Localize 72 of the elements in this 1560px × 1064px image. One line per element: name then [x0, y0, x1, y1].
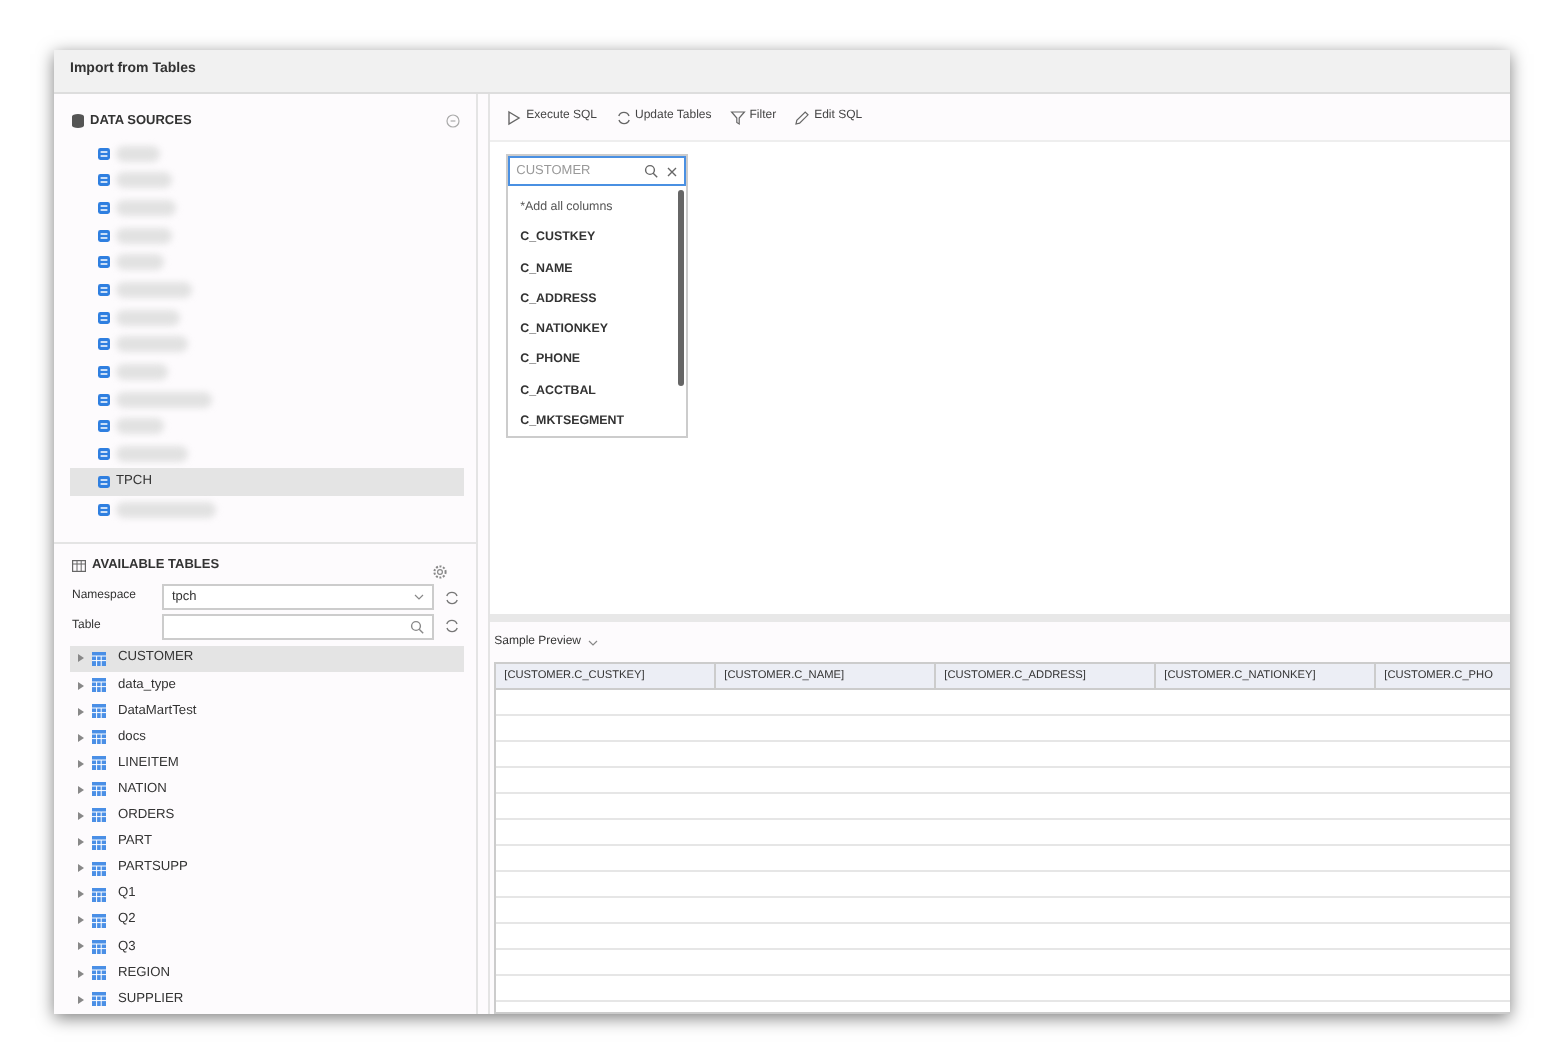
expand-arrow-icon[interactable]: [78, 654, 84, 663]
table-icon: [92, 992, 106, 1007]
table-icon: [92, 913, 106, 928]
expand-arrow-icon[interactable]: [78, 707, 84, 716]
database-icon: [98, 475, 110, 488]
database-icon: [98, 147, 110, 160]
scrollbar[interactable]: [678, 190, 685, 386]
search-icon: [644, 164, 659, 178]
table-icon: [92, 966, 106, 981]
database-icon: [98, 503, 110, 516]
redacted-name: [116, 364, 168, 381]
expand-arrow-icon[interactable]: [78, 681, 84, 690]
database-icon: [98, 338, 110, 351]
redacted-name: [116, 199, 176, 216]
table-icon: [92, 704, 106, 719]
refresh-icon[interactable]: [444, 618, 461, 635]
table-icon: [72, 560, 86, 573]
play-icon: [506, 109, 523, 125]
table-icon: [92, 835, 106, 850]
table-icon: [92, 887, 106, 902]
database-icon: [98, 311, 110, 324]
redacted-name: [116, 172, 172, 189]
expand-arrow-icon[interactable]: [78, 864, 84, 873]
database-icon: [98, 366, 110, 379]
redacted-name: [116, 309, 180, 326]
redacted-name: [116, 446, 188, 463]
search-icon: [410, 619, 425, 634]
expand-arrow-icon[interactable]: [78, 942, 84, 951]
chevron-icon: [414, 594, 425, 601]
database-icon: [98, 201, 110, 214]
refresh-icon: [615, 109, 631, 125]
expand-arrow-icon[interactable]: [78, 811, 84, 820]
expand-arrow-icon[interactable]: [78, 759, 84, 768]
table-icon: [92, 861, 106, 876]
redacted-name: [116, 336, 188, 353]
table-icon: [92, 939, 106, 954]
expand-arrow-icon[interactable]: [78, 838, 84, 847]
redacted-name: [116, 254, 164, 271]
expand-arrow-icon[interactable]: [78, 995, 84, 1004]
collapse-icon[interactable]: [446, 114, 461, 129]
redacted-name: [116, 418, 164, 435]
expand-arrow-icon[interactable]: [78, 733, 84, 742]
database-icon: [98, 420, 110, 433]
table-icon: [92, 651, 106, 666]
redacted-name: [116, 145, 160, 162]
settings-icon[interactable]: [432, 564, 449, 581]
expand-arrow-icon[interactable]: [78, 785, 84, 794]
chevron-icon[interactable]: [587, 639, 597, 645]
redacted-name: [116, 391, 212, 408]
filter-icon: [729, 109, 746, 125]
expand-arrow-icon[interactable]: [78, 969, 84, 978]
refresh-icon[interactable]: [444, 589, 461, 606]
close-icon[interactable]: [666, 165, 679, 177]
table-icon: [92, 730, 106, 745]
redacted-name: [116, 227, 172, 244]
redacted-name: [116, 282, 192, 299]
database-icon: [98, 393, 110, 406]
database-icon: [98, 256, 110, 269]
table-search-field[interactable]: [162, 613, 435, 640]
table-icon: [92, 678, 106, 693]
pencil-icon: [794, 109, 811, 125]
table-icon: [92, 808, 106, 823]
database-icon: [98, 229, 110, 242]
database-icon: [72, 114, 84, 129]
database-icon: [98, 284, 110, 297]
expand-arrow-icon[interactable]: [78, 916, 84, 925]
database-icon: [98, 174, 110, 187]
database-icon: [98, 448, 110, 461]
redacted-name: [116, 501, 216, 518]
table-icon: [92, 756, 106, 771]
table-icon: [92, 782, 106, 797]
expand-arrow-icon[interactable]: [78, 890, 84, 899]
